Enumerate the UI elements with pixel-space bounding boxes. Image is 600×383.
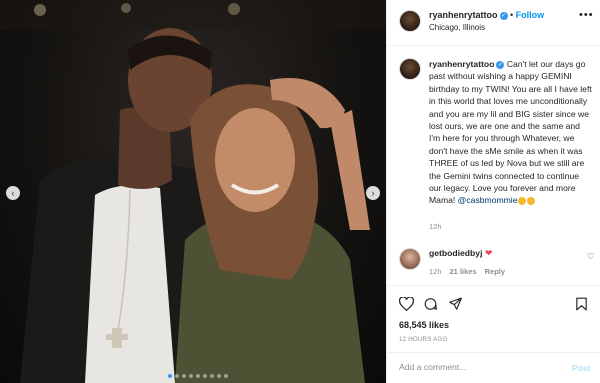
emoji-icon — [527, 197, 536, 206]
more-options-icon[interactable]: ••• — [579, 9, 594, 21]
posted-time[interactable]: 12 HOURS AGO — [399, 336, 447, 343]
author-username-text[interactable]: ryanhenrytattoo — [429, 10, 498, 20]
comment-item: getbodiedbyj ❤ — [429, 248, 492, 259]
chevron-left-icon: ‹ — [11, 187, 15, 198]
carousel-dot — [224, 374, 228, 378]
verified-badge-icon: ✓ — [496, 60, 505, 69]
post-detail-panel: ryanhenrytattoo ✓ • Follow Chicago, Illin… — [386, 0, 600, 383]
carousel-prev-button[interactable]: ‹ — [6, 186, 20, 200]
chevron-right-icon: › — [371, 187, 375, 198]
comment-meta: 12h 21 likes Reply — [429, 267, 505, 276]
save-bookmark-icon[interactable] — [575, 297, 588, 316]
carousel-dot — [203, 374, 207, 378]
caption-mention-link[interactable]: @casbmommie — [458, 195, 518, 205]
carousel-dot — [189, 374, 193, 378]
follow-label[interactable]: Follow — [516, 10, 545, 20]
carousel-dot — [168, 374, 172, 378]
share-paper-plane-icon[interactable] — [448, 297, 463, 316]
follow-button[interactable]: • Follow — [510, 10, 544, 20]
comment-likes[interactable]: 21 likes — [450, 267, 477, 276]
comment-username[interactable]: getbodiedbyj — [429, 248, 482, 258]
caption-text: Can't let our days go past without wishi… — [429, 59, 592, 206]
verified-badge-icon: ✓ — [499, 11, 508, 20]
carousel-dot — [210, 374, 214, 378]
post-header: ryanhenrytattoo ✓ • Follow Chicago, Illin… — [387, 0, 600, 46]
comment-text: ❤ — [484, 248, 493, 258]
post-caption: ryanhenrytattoo ✓ Can't let our days go p… — [429, 58, 593, 207]
add-comment-input[interactable] — [399, 362, 559, 372]
header-separator: • — [510, 10, 514, 20]
post-photo[interactable]: ‹ › — [0, 0, 386, 383]
carousel-next-button[interactable]: › — [366, 186, 380, 200]
like-heart-icon[interactable] — [398, 296, 415, 316]
commenter-avatar[interactable] — [399, 248, 421, 270]
author-username[interactable]: ryanhenrytattoo ✓ — [429, 10, 508, 20]
comment-like-heart-icon[interactable]: ♡ — [587, 252, 594, 261]
comment-timestamp: 12h — [429, 267, 442, 276]
caption-timestamp: 12h — [429, 222, 442, 231]
likes-count[interactable]: 68,545 likes — [399, 320, 449, 330]
carousel-dot — [182, 374, 186, 378]
caption-username[interactable]: ryanhenrytattoo — [429, 59, 494, 69]
carousel-indicator — [168, 374, 228, 378]
carousel-dot — [217, 374, 221, 378]
comment-reply-button[interactable]: Reply — [485, 267, 505, 276]
photo-illustration — [0, 0, 386, 383]
divider — [387, 285, 600, 286]
post-location[interactable]: Chicago, Illinois — [429, 23, 485, 32]
author-avatar[interactable] — [399, 10, 421, 32]
carousel-dot — [196, 374, 200, 378]
carousel-dot — [175, 374, 179, 378]
comment-bubble-icon[interactable] — [423, 297, 438, 316]
post-comment-button[interactable]: Post — [572, 363, 591, 373]
divider — [387, 352, 600, 353]
emoji-icon — [518, 197, 527, 206]
caption-author-avatar[interactable] — [399, 58, 421, 80]
